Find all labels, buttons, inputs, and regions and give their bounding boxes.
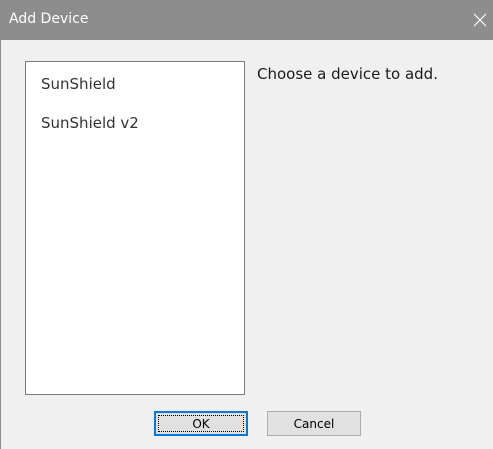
window-title: Add Device — [9, 11, 89, 27]
device-listbox[interactable]: SunShield SunShield v2 — [25, 61, 245, 395]
add-device-dialog: Add Device SunShield SunShield v2 Choose… — [0, 0, 493, 449]
cancel-button-label: Cancel — [293, 416, 335, 431]
ok-button-label: OK — [192, 416, 210, 431]
title-bar[interactable]: Add Device — [1, 0, 493, 40]
cancel-button[interactable]: Cancel — [267, 411, 361, 436]
list-item-sunshield[interactable]: SunShield — [41, 74, 116, 94]
instruction-text: Choose a device to add. — [257, 65, 438, 83]
close-icon — [473, 13, 487, 27]
close-button[interactable] — [466, 0, 493, 40]
ok-button[interactable]: OK — [154, 411, 248, 436]
list-item-sunshield-v2[interactable]: SunShield v2 — [41, 113, 139, 133]
